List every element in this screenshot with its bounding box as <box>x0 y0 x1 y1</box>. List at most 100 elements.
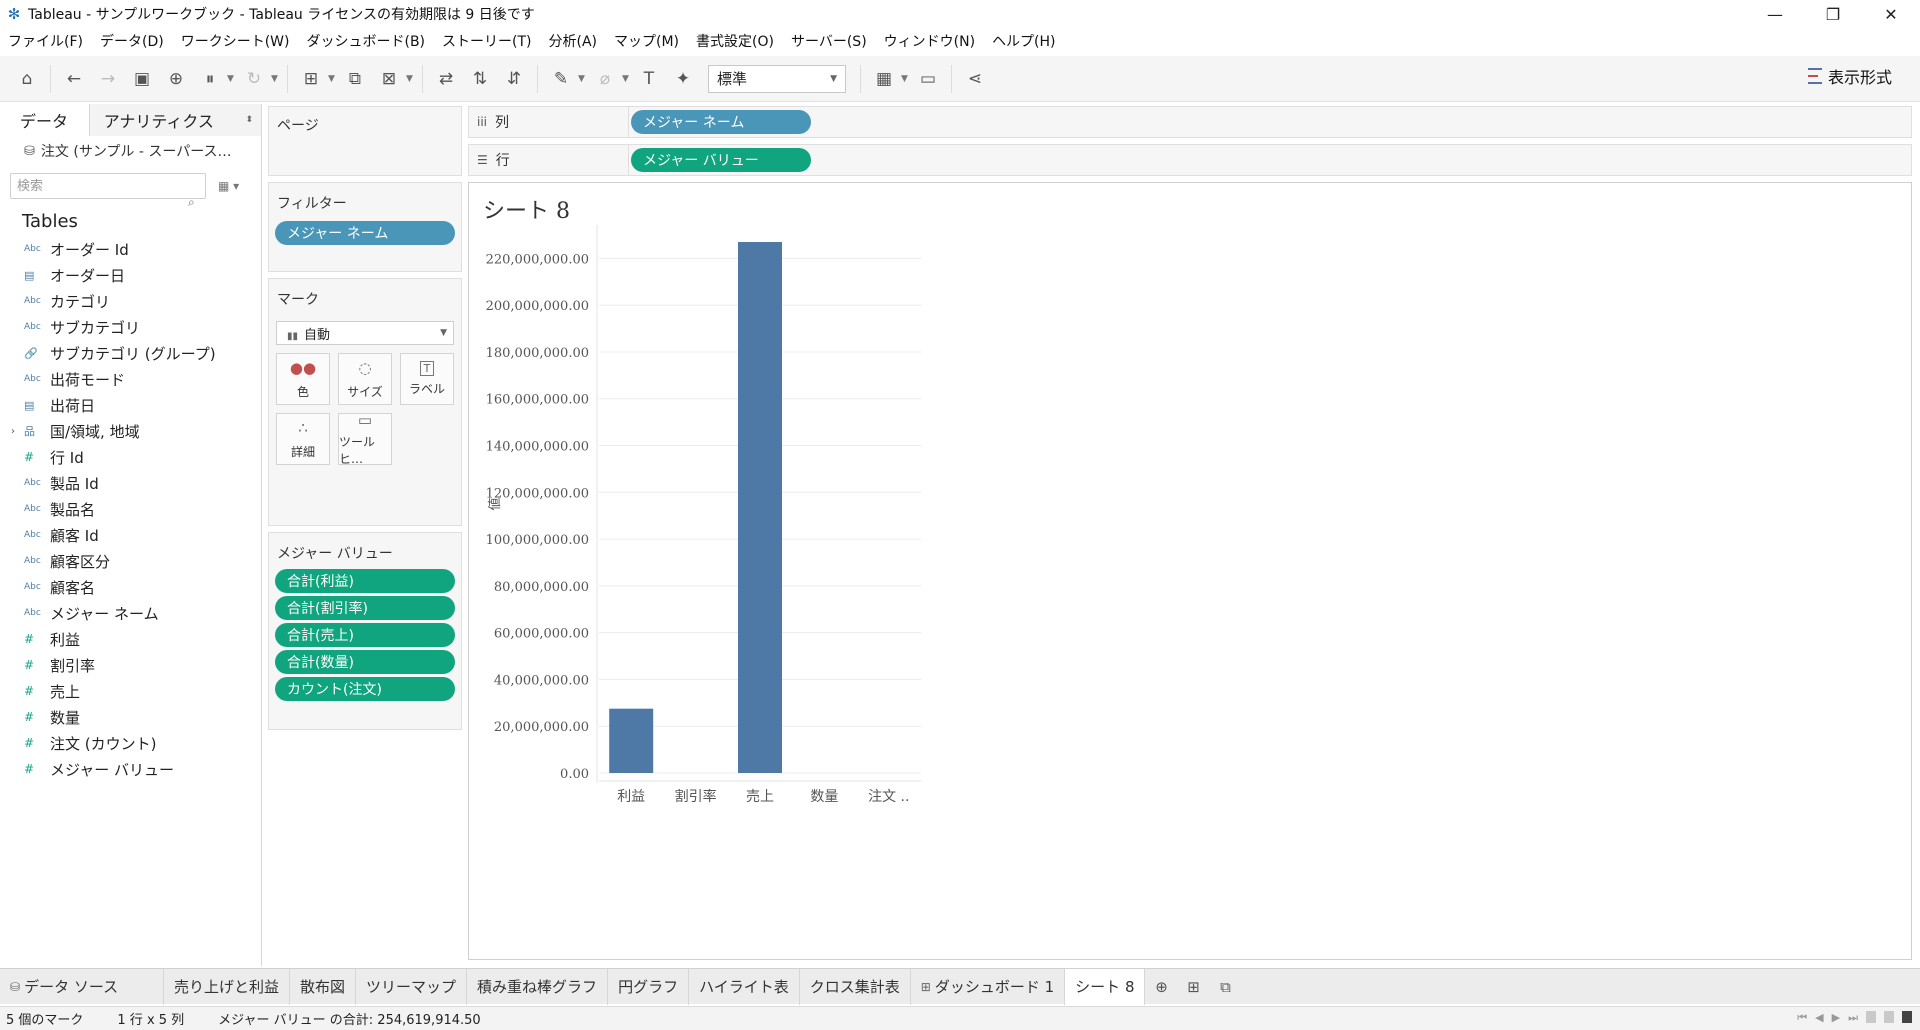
show-mark-labels-icon[interactable]: T <box>632 62 666 96</box>
sort-ascending-icon[interactable]: ⇅ <box>463 62 497 96</box>
field-item[interactable]: Abc メジャー ネーム <box>0 600 261 626</box>
next-sheet-icon[interactable]: ▶ <box>1832 1011 1840 1025</box>
menu-map[interactable]: マップ(M) <box>614 31 679 51</box>
sheet-tab[interactable]: ツリーマップ <box>356 968 468 1005</box>
new-story-icon[interactable]: ⧉ <box>1209 969 1241 1005</box>
field-item[interactable]: # 行 Id <box>0 444 261 470</box>
group-members-icon[interactable]: ⌀ <box>588 62 622 96</box>
fit-select[interactable]: 標準 ▼ <box>708 64 846 93</box>
undo-icon[interactable]: ← <box>57 62 91 96</box>
field-item[interactable]: Abc 出荷モード <box>0 366 261 392</box>
field-item[interactable]: ▤ オーダー日 <box>0 262 261 288</box>
tab-analytics[interactable]: アナリティクス ⬍ <box>89 104 261 136</box>
sheet-tab[interactable]: 円グラフ <box>608 968 690 1005</box>
field-item[interactable]: Abc オーダー Id <box>0 236 261 262</box>
view-canvas[interactable]: シート 8 0.00 20,000,000.00 40,000,000.00 60,0… <box>468 182 1912 960</box>
tooltip-button[interactable]: ▭ ツールヒ… <box>338 411 392 466</box>
save-icon[interactable]: ▣ <box>125 62 159 96</box>
minimize-button[interactable]: — <box>1746 0 1804 28</box>
measure-pill[interactable]: 合計(利益) <box>275 569 455 593</box>
show-cards-icon[interactable]: ▦ <box>867 62 901 96</box>
field-item[interactable]: # 注文 (カウント) <box>0 730 261 756</box>
mark-type-select[interactable]: ▮▮ 自動 ▼ <box>276 321 454 345</box>
sort-descending-icon[interactable]: ⇵ <box>497 62 531 96</box>
new-dashboard-icon[interactable]: ⊞ <box>1177 969 1209 1005</box>
sheet-tab[interactable]: 売り上げと利益 <box>164 968 291 1005</box>
chevron-right-icon[interactable]: › <box>11 426 15 437</box>
sheet-sorter-icon[interactable] <box>1866 1011 1876 1023</box>
filters-card[interactable]: フィルター メジャー ネーム <box>268 182 462 272</box>
duplicate-sheet-icon[interactable]: ⧉ <box>338 62 372 96</box>
field-item[interactable]: ▤ 出荷日 <box>0 392 261 418</box>
menu-window[interactable]: ウィンドウ(N) <box>884 31 975 51</box>
field-item[interactable]: Abc 製品 Id <box>0 470 261 496</box>
columns-shelf[interactable]: iii 列 メジャー ネーム <box>468 106 1912 138</box>
field-item[interactable]: Abc サブカテゴリ <box>0 314 261 340</box>
share-icon[interactable]: ⋖ <box>958 62 992 96</box>
sheet-tab[interactable]: シート 8 <box>1065 968 1146 1005</box>
field-item[interactable]: Abc 顧客名 <box>0 574 261 600</box>
field-item[interactable]: Abc カテゴリ <box>0 288 261 314</box>
show-me-button[interactable]: 表示形式 <box>1807 64 1892 88</box>
bar-chart[interactable]: 0.00 20,000,000.00 40,000,000.00 60,000,000… <box>469 183 1913 961</box>
prev-sheet-icon[interactable]: ◀ <box>1815 1011 1823 1025</box>
measure-pill[interactable]: 合計(数量) <box>275 650 455 674</box>
color-button[interactable]: ●● 色 <box>276 353 330 405</box>
field-item[interactable]: # 割引率 <box>0 652 261 678</box>
chevron-down-icon[interactable]: ▼ <box>328 74 338 84</box>
menu-data[interactable]: データ(D) <box>100 31 164 51</box>
field-item[interactable]: # メジャー バリュー <box>0 756 261 782</box>
field-item[interactable]: # 売上 <box>0 678 261 704</box>
chevron-down-icon[interactable]: ▼ <box>622 74 632 84</box>
menu-help[interactable]: ヘルプ(H) <box>992 31 1055 51</box>
menu-story[interactable]: ストーリー(T) <box>442 31 531 51</box>
refresh-icon[interactable]: ↻ <box>237 62 271 96</box>
measure-pill[interactable]: 合計(売上) <box>275 623 455 647</box>
datasource-item[interactable]: ⛁ 注文 (サンプル - スーパース… <box>0 136 261 166</box>
detail-button[interactable]: ∴ 詳細 <box>276 413 330 465</box>
restore-button[interactable]: ❐ <box>1804 0 1862 28</box>
filmstrip-icon[interactable] <box>1884 1011 1894 1023</box>
filter-pill[interactable]: メジャー ネーム <box>275 221 455 245</box>
new-worksheet-icon[interactable]: ⊕ <box>1145 969 1177 1005</box>
sheet-tab[interactable]: クロス集計表 <box>800 968 911 1005</box>
clear-sheet-icon[interactable]: ⊠ <box>372 62 406 96</box>
field-item[interactable]: Abc 顧客 Id <box>0 522 261 548</box>
menu-server[interactable]: サーバー(S) <box>791 31 867 51</box>
chevron-down-icon[interactable]: ▼ <box>578 74 588 84</box>
close-button[interactable]: ✕ <box>1862 0 1920 28</box>
label-button[interactable]: T ラベル <box>400 353 454 405</box>
last-sheet-icon[interactable]: ⏭ <box>1848 1011 1858 1025</box>
columns-pill[interactable]: メジャー ネーム <box>631 110 811 134</box>
chevron-down-icon[interactable]: ▼ <box>406 74 416 84</box>
list-view-icon[interactable]: ▦ ▾ <box>218 179 239 193</box>
chevron-down-icon[interactable]: ▼ <box>227 74 237 84</box>
home-icon[interactable]: ⌂ <box>10 62 44 96</box>
menu-file[interactable]: ファイル(F) <box>8 31 83 51</box>
measure-pill[interactable]: カウント(注文) <box>275 677 455 701</box>
menu-format[interactable]: 書式設定(O) <box>696 31 774 51</box>
sheet-tab[interactable]: 散布図 <box>290 968 357 1005</box>
rows-pill[interactable]: メジャー バリュー <box>631 148 811 172</box>
sheet-tab[interactable]: 積み重ね棒グラフ <box>467 968 609 1005</box>
pages-card[interactable]: ページ <box>268 106 462 176</box>
field-item[interactable]: # 利益 <box>0 626 261 652</box>
presentation-mode-icon[interactable]: ▭ <box>911 62 945 96</box>
field-item[interactable]: Abc 顧客区分 <box>0 548 261 574</box>
pause-updates-icon[interactable]: ⏸ <box>193 62 227 96</box>
datasource-tab[interactable]: ⛁ データ ソース <box>0 968 164 1005</box>
sheet-tab[interactable]: ハイライト表 <box>689 968 800 1005</box>
search-input[interactable] <box>10 173 206 199</box>
menu-analysis[interactable]: 分析(A) <box>549 31 598 51</box>
new-worksheet-icon[interactable]: ⊞ <box>294 62 328 96</box>
tabs-view-icon[interactable] <box>1902 1011 1912 1023</box>
menu-dashboard[interactable]: ダッシュボード(B) <box>306 31 425 51</box>
measure-values-card[interactable]: メジャー バリュー 合計(利益) 合計(割引率) 合計(売上) 合計(数量) カウント(… <box>268 532 462 730</box>
field-item[interactable]: Abc 製品名 <box>0 496 261 522</box>
size-button[interactable]: ◌ サイズ <box>338 353 392 405</box>
swap-rows-columns-icon[interactable]: ⇄ <box>429 62 463 96</box>
redo-icon[interactable]: → <box>91 62 125 96</box>
search-icon[interactable]: ⌕ <box>188 195 195 210</box>
first-sheet-icon[interactable]: ⏮ <box>1797 1011 1807 1025</box>
chevron-down-icon[interactable]: ▼ <box>901 74 911 84</box>
